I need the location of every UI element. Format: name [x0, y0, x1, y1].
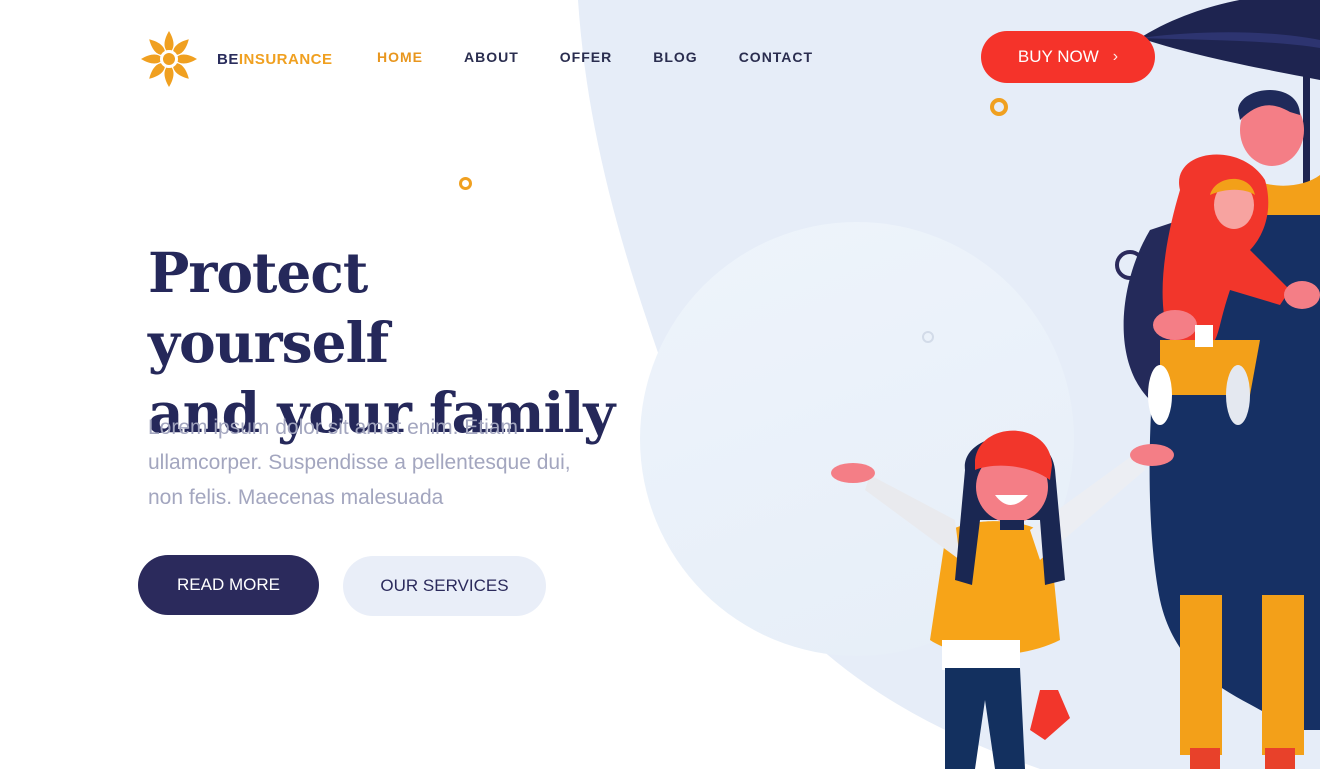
nav-item-home[interactable]: HOME [377, 49, 423, 65]
brand-logo[interactable]: BEINSURANCE [139, 29, 333, 89]
nav-item-blog[interactable]: BLOG [653, 49, 697, 65]
our-services-button[interactable]: OUR SERVICES [343, 556, 546, 616]
hero-title-line1: Protect yourself [148, 240, 389, 375]
read-more-button[interactable]: READ MORE [138, 555, 319, 615]
nav-item-offer[interactable]: OFFER [560, 49, 612, 65]
nav-item-contact[interactable]: CONTACT [739, 49, 813, 65]
nav-item-about[interactable]: ABOUT [464, 49, 519, 65]
hero-description: Lorem ipsum dolor sit amet enim. Etiam u… [148, 416, 571, 509]
buy-now-button[interactable]: BUY NOW › [981, 31, 1155, 83]
brand-name-part1: BE [217, 50, 239, 68]
brand-name-part2: INSURANCE [238, 50, 333, 68]
buy-now-label: BUY NOW [1017, 47, 1099, 66]
sun-flower-logo-icon [141, 31, 197, 87]
main-nav: HOME ABOUT OFFER BLOG CONTACT [377, 49, 854, 65]
chevron-right-icon: › [1112, 48, 1119, 65]
brand-name: BEINSURANCE [217, 51, 333, 68]
